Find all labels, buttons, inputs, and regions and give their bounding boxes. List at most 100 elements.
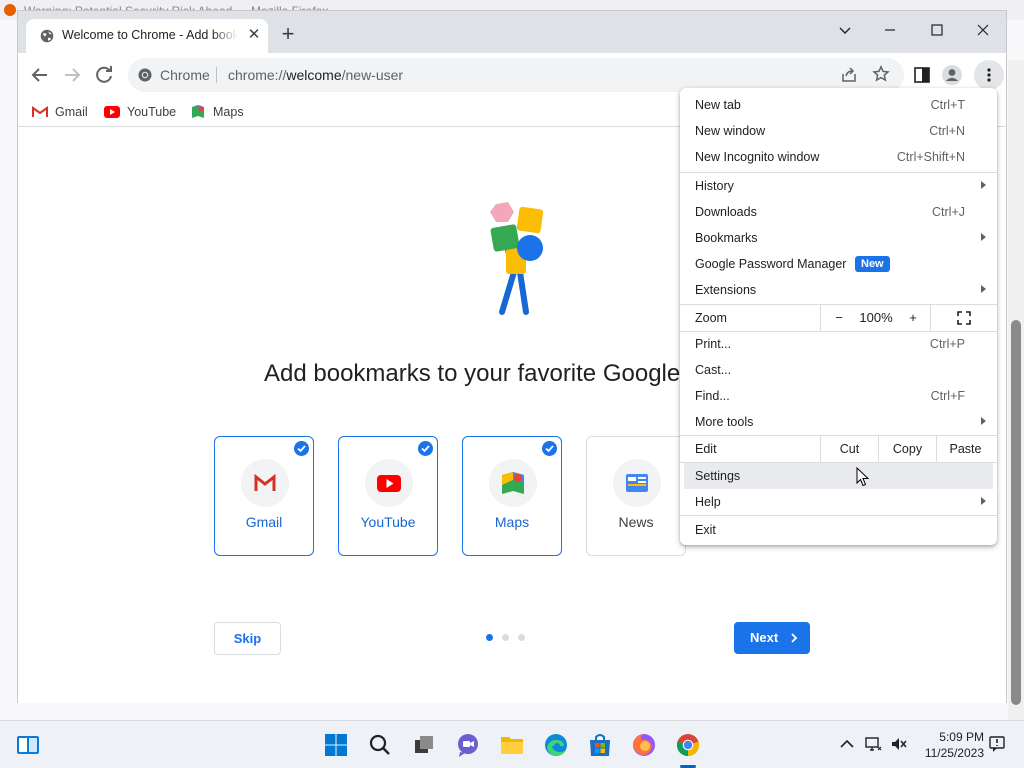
task-view-icon[interactable]: [410, 731, 438, 759]
menu-item-shortcut: Ctrl+N: [929, 124, 965, 138]
omnibox-chip-label: Chrome: [160, 67, 210, 83]
search-icon[interactable]: [366, 731, 394, 759]
menu-item-extensions[interactable]: Extensions: [680, 277, 997, 303]
forward-icon[interactable]: [60, 63, 84, 87]
menu-item-history[interactable]: History: [680, 173, 997, 199]
volume-muted-icon[interactable]: [890, 735, 908, 753]
share-icon[interactable]: [840, 66, 858, 84]
menu-item-label: Cast...: [695, 363, 732, 377]
menu-item-downloads[interactable]: Downloads Ctrl+J: [680, 199, 997, 225]
close-window-button[interactable]: [968, 17, 998, 45]
chevron-up-icon[interactable]: [838, 735, 856, 753]
bookmark-label: YouTube: [127, 105, 177, 119]
firefox-icon[interactable]: [630, 731, 658, 759]
side-panel-icon[interactable]: [910, 63, 934, 87]
bookmark-maps[interactable]: Maps: [190, 102, 244, 122]
news-icon: [613, 459, 661, 507]
bookmark-gmail[interactable]: Gmail: [32, 102, 88, 122]
submenu-arrow-icon: [981, 181, 986, 189]
url-host: welcome: [286, 67, 342, 83]
menu-item-label: New Incognito window: [695, 150, 820, 164]
app-card-news[interactable]: News: [586, 436, 686, 556]
bookmark-youtube[interactable]: YouTube: [104, 102, 176, 122]
menu-item-cast[interactable]: Cast...: [680, 357, 997, 383]
tab-title: Welcome to Chrome - Add bookmarks: [62, 28, 238, 42]
network-icon[interactable]: [864, 735, 882, 753]
profile-avatar-icon[interactable]: [940, 63, 964, 87]
gmail-icon: [241, 459, 289, 507]
menu-edit-row: Edit Cut Copy Paste: [680, 436, 997, 462]
store-icon[interactable]: [586, 731, 614, 759]
page-headline: Add bookmarks to your favorite Google ap…: [264, 360, 739, 387]
maximize-button[interactable]: [922, 17, 952, 45]
chrome-page-icon: [138, 68, 152, 82]
chevron-down-icon: [839, 27, 851, 34]
background-window-scrollbar[interactable]: [1011, 320, 1021, 705]
tab-search-button[interactable]: [830, 17, 860, 45]
tab-welcome[interactable]: Welcome to Chrome - Add bookmarks ✕: [26, 19, 268, 53]
submenu-arrow-icon: [981, 497, 986, 505]
address-bar[interactable]: Chrome chrome://welcome/new-user: [128, 58, 904, 92]
menu-item-label: Print...: [695, 337, 732, 351]
back-icon[interactable]: [28, 63, 52, 87]
maps-icon: [192, 105, 204, 118]
menu-item-label: Help: [695, 495, 721, 509]
app-card-label: Maps: [494, 514, 530, 530]
menu-item-new-tab[interactable]: New tab Ctrl+T: [680, 92, 997, 118]
menu-item-label: Extensions: [695, 283, 757, 297]
tab-close-button[interactable]: ✕: [245, 26, 263, 44]
step-indicator: [486, 634, 526, 642]
menu-item-label: New window: [695, 124, 766, 138]
new-tab-button[interactable]: +: [276, 23, 300, 47]
zoom-in-button[interactable]: +: [895, 310, 931, 325]
file-explorer-icon[interactable]: [498, 731, 526, 759]
menu-item-new-incognito[interactable]: New Incognito window Ctrl+Shift+N: [680, 144, 997, 170]
new-badge: New: [855, 256, 890, 272]
clock[interactable]: 5:09 PM 11/25/2023: [912, 729, 984, 761]
menu-item-print[interactable]: Print... Ctrl+P: [680, 331, 997, 357]
menu-item-label: Bookmarks: [695, 231, 758, 245]
minimize-button[interactable]: [875, 17, 905, 45]
paste-button[interactable]: Paste: [936, 436, 994, 462]
fullscreen-button[interactable]: [930, 305, 997, 331]
app-card-maps[interactable]: Maps: [462, 436, 562, 556]
menu-item-shortcut: Ctrl+T: [930, 98, 965, 112]
next-button[interactable]: Next: [734, 622, 810, 654]
submenu-arrow-icon: [981, 417, 986, 425]
menu-item-bookmarks[interactable]: Bookmarks: [680, 225, 997, 251]
app-card-gmail[interactable]: Gmail: [214, 436, 314, 556]
menu-item-help[interactable]: Help: [680, 489, 997, 515]
widgets-icon[interactable]: [14, 731, 42, 759]
cut-button[interactable]: Cut: [820, 436, 878, 462]
chevron-right-icon: [791, 633, 798, 643]
maps-icon: [489, 459, 537, 507]
menu-item-new-window[interactable]: New window Ctrl+N: [680, 118, 997, 144]
start-icon[interactable]: [322, 731, 350, 759]
skip-button[interactable]: Skip: [214, 622, 281, 655]
menu-item-label: Settings: [695, 469, 741, 483]
chrome-icon[interactable]: [674, 731, 702, 759]
menu-item-exit[interactable]: Exit: [680, 517, 997, 543]
youtube-icon: [104, 106, 120, 118]
gmail-icon: [32, 106, 48, 117]
bookmark-star-icon[interactable]: [872, 65, 890, 83]
menu-item-shortcut: Ctrl+J: [932, 205, 965, 219]
zoom-out-button[interactable]: −: [821, 310, 857, 325]
minimize-icon: [885, 29, 895, 31]
edge-icon[interactable]: [542, 731, 570, 759]
clock-date: 11/25/2023: [924, 746, 984, 760]
menu-item-label: Google Password Manager: [695, 257, 847, 271]
menu-zoom-row: Zoom − 100% +: [680, 305, 997, 331]
app-card-label: News: [618, 514, 654, 530]
menu-item-settings[interactable]: Settings: [684, 463, 993, 489]
menu-button[interactable]: [974, 60, 1004, 90]
teams-chat-icon[interactable]: [454, 731, 482, 759]
menu-item-more-tools[interactable]: More tools: [680, 409, 997, 435]
notifications-icon[interactable]: [988, 735, 1006, 753]
menu-item-label: Downloads: [695, 205, 757, 219]
menu-item-password-manager[interactable]: Google Password Manager New: [680, 251, 997, 277]
copy-button[interactable]: Copy: [878, 436, 936, 462]
menu-item-find[interactable]: Find... Ctrl+F: [680, 383, 997, 409]
app-card-youtube[interactable]: YouTube: [338, 436, 438, 556]
reload-icon[interactable]: [92, 63, 116, 87]
